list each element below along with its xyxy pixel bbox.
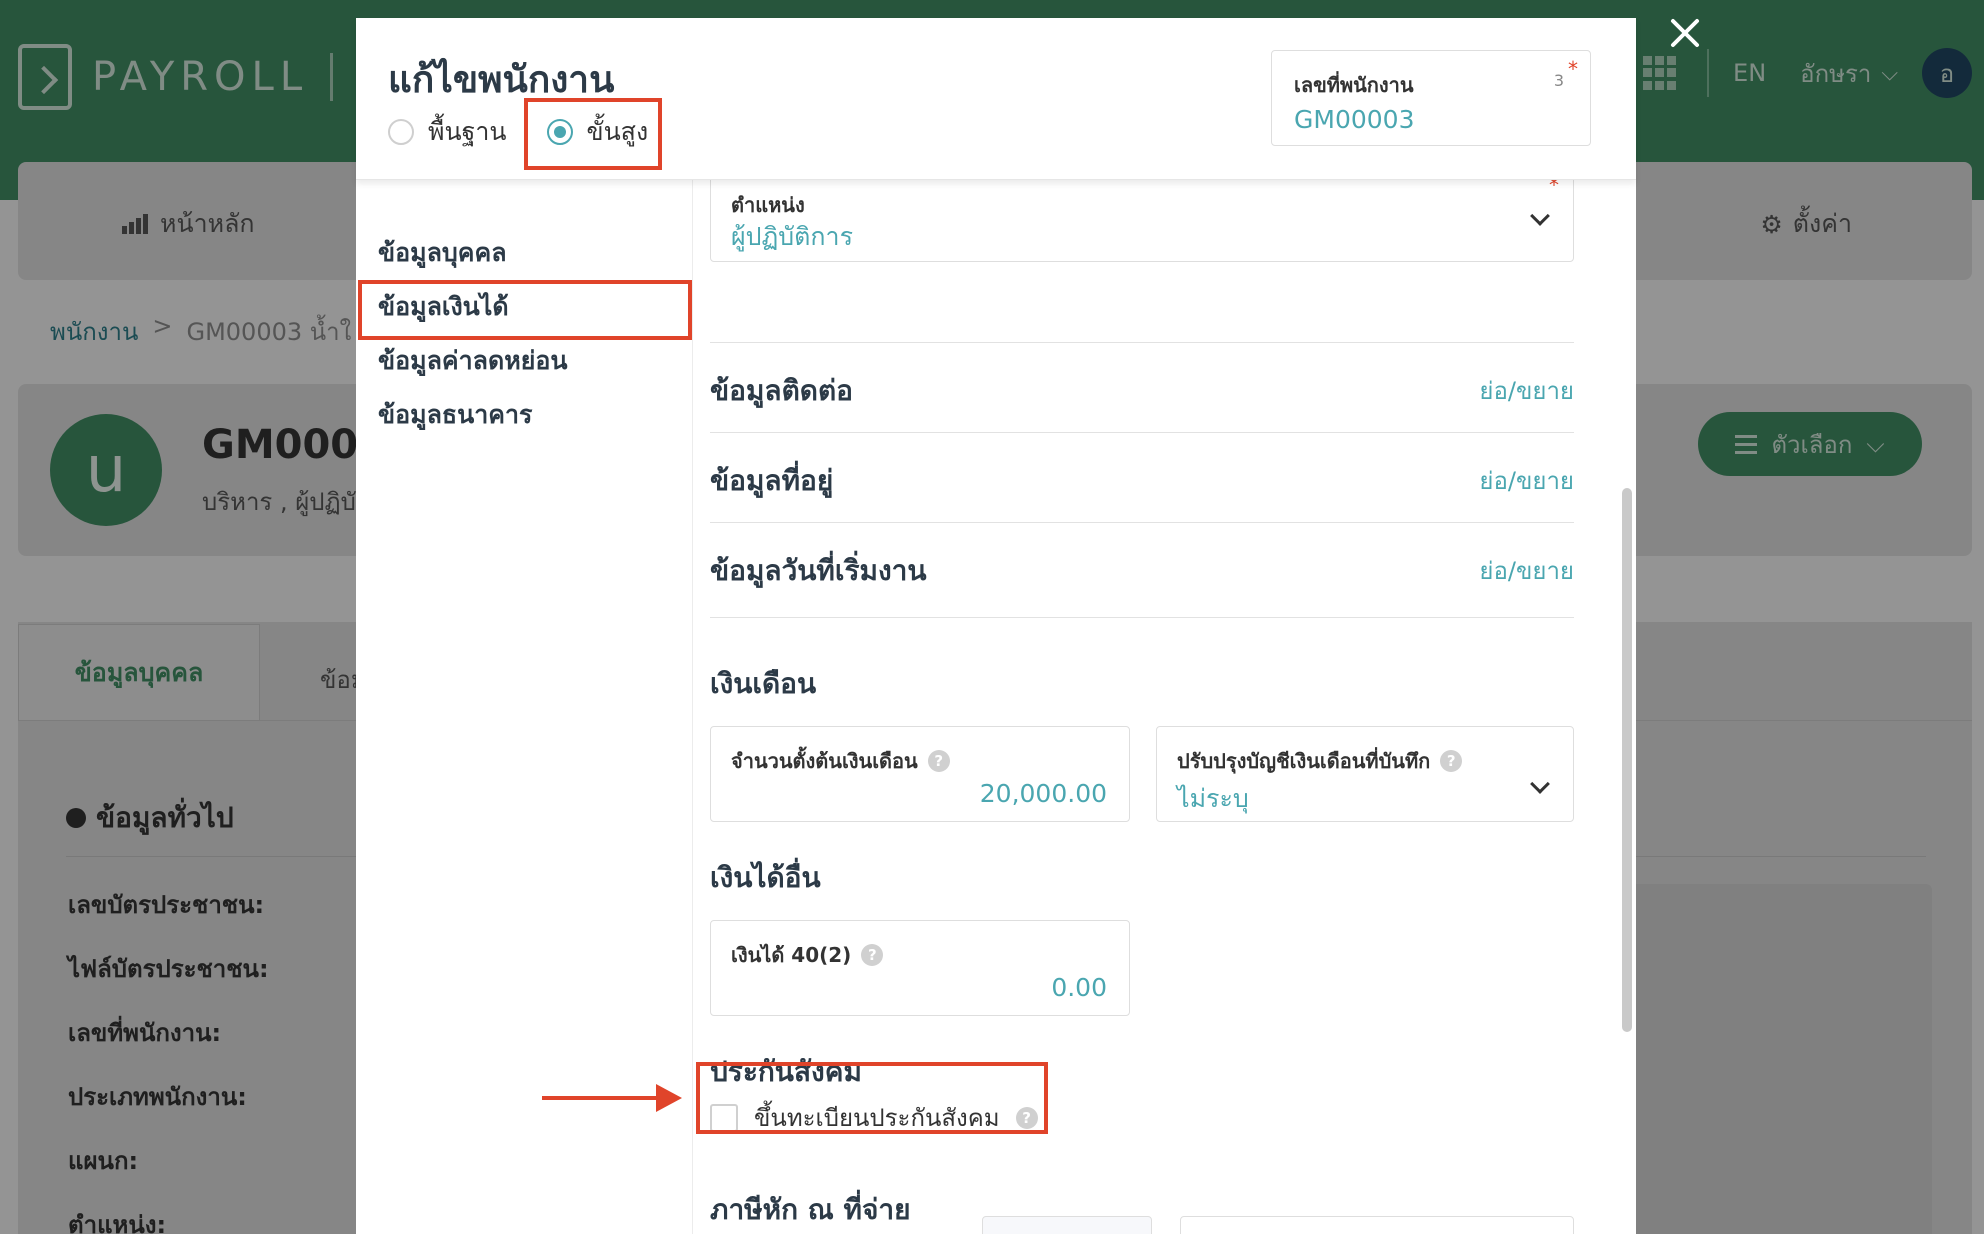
section-contact-toggle[interactable]: ย่อ/ขยาย	[1479, 371, 1574, 410]
initial-salary-value: 20,000.00	[979, 779, 1107, 808]
employee-number-field[interactable]: เลขที่พนักงาน 3 * GM00003	[1271, 50, 1591, 146]
chevron-down-icon	[1530, 774, 1550, 794]
withholding-tax-heading: ภาษีหัก ณ ที่จ่าย	[710, 1193, 911, 1226]
withholding-select-stub[interactable]	[1180, 1216, 1574, 1234]
chevron-down-icon	[1530, 206, 1550, 226]
employee-number-value: GM00003	[1294, 105, 1415, 134]
modal-scrollbar[interactable]	[1622, 488, 1632, 1032]
section-start-date-toggle[interactable]: ย่อ/ขยาย	[1479, 551, 1574, 590]
position-select[interactable]: ตำแหน่ง * ผู้ปฏิบัติการ	[710, 170, 1574, 262]
edit-employee-modal: ข้อมูลบุคคล ข้อมูลเงินได้ ข้อมูลค่าลดหย่…	[356, 18, 1636, 1234]
section-start-date-title: ข้อมูลวันที่เริ่มงาน	[710, 554, 927, 587]
section-address: ข้อมูลที่อยู่ ย่อ/ขยาย	[710, 432, 1574, 522]
side-nav-personal[interactable]: ข้อมูลบุคคล	[378, 226, 567, 280]
modal-header: แก้ไขพนักงาน พื้นฐาน ขั้นสูง เลขที่พนักง…	[356, 18, 1636, 180]
other-income-heading: เงินได้อื่น	[710, 861, 821, 894]
highlight-income-nav	[358, 280, 692, 340]
help-icon[interactable]: ?	[861, 944, 884, 966]
salary-account-select[interactable]: ปรับปรุงบัญชีเงินเดือนที่บันทึก ? ไม่ระบ…	[1156, 726, 1574, 822]
income-40-2-field[interactable]: เงินได้ 40(2) ? 0.00	[710, 920, 1130, 1016]
section-address-toggle[interactable]: ย่อ/ขยาย	[1479, 461, 1574, 500]
income-40-2-label: เงินได้ 40(2) ?	[731, 939, 884, 971]
section-start-date: ข้อมูลวันที่เริ่มงาน ย่อ/ขยาย	[710, 522, 1574, 618]
annotation-arrow-head	[656, 1084, 682, 1112]
help-icon[interactable]: ?	[927, 750, 950, 772]
mode-basic-radio[interactable]	[388, 119, 414, 145]
close-icon[interactable]	[1668, 16, 1702, 50]
annotation-arrow	[542, 1096, 660, 1100]
employee-number-count: 3	[1553, 71, 1564, 90]
section-address-title: ข้อมูลที่อยู่	[710, 464, 834, 497]
salary-account-label: ปรับปรุงบัญชีเงินเดือนที่บันทึก ?	[1177, 745, 1463, 777]
mode-basic-label: พื้นฐาน	[428, 117, 507, 146]
salary-heading: เงินเดือน	[710, 667, 817, 700]
side-nav-bank[interactable]: ข้อมูลธนาคาร	[378, 388, 567, 442]
mode-basic-option[interactable]: พื้นฐาน	[388, 112, 507, 152]
section-contact: ข้อมูลติดต่อ ย่อ/ขยาย	[710, 342, 1574, 432]
initial-salary-field[interactable]: จำนวนตั้งต้นเงินเดือน ? 20,000.00	[710, 726, 1130, 822]
initial-salary-label: จำนวนตั้งต้นเงินเดือน ?	[731, 745, 950, 777]
section-contact-title: ข้อมูลติดต่อ	[710, 374, 853, 407]
position-value: ผู้ปฏิบัติการ	[731, 222, 854, 251]
side-nav-deductions[interactable]: ข้อมูลค่าลดหย่อน	[378, 334, 567, 388]
highlight-social-security	[696, 1062, 1048, 1134]
withholding-field-stub[interactable]	[982, 1216, 1152, 1234]
income-40-2-value: 0.00	[1051, 973, 1107, 1002]
help-icon[interactable]: ?	[1440, 750, 1463, 772]
side-nav-divider	[692, 180, 693, 1234]
required-star: *	[1568, 57, 1578, 81]
salary-account-value: ไม่ระบุ	[1177, 784, 1249, 813]
employee-number-label: เลขที่พนักงาน	[1294, 73, 1414, 97]
highlight-advanced-mode	[524, 98, 662, 170]
